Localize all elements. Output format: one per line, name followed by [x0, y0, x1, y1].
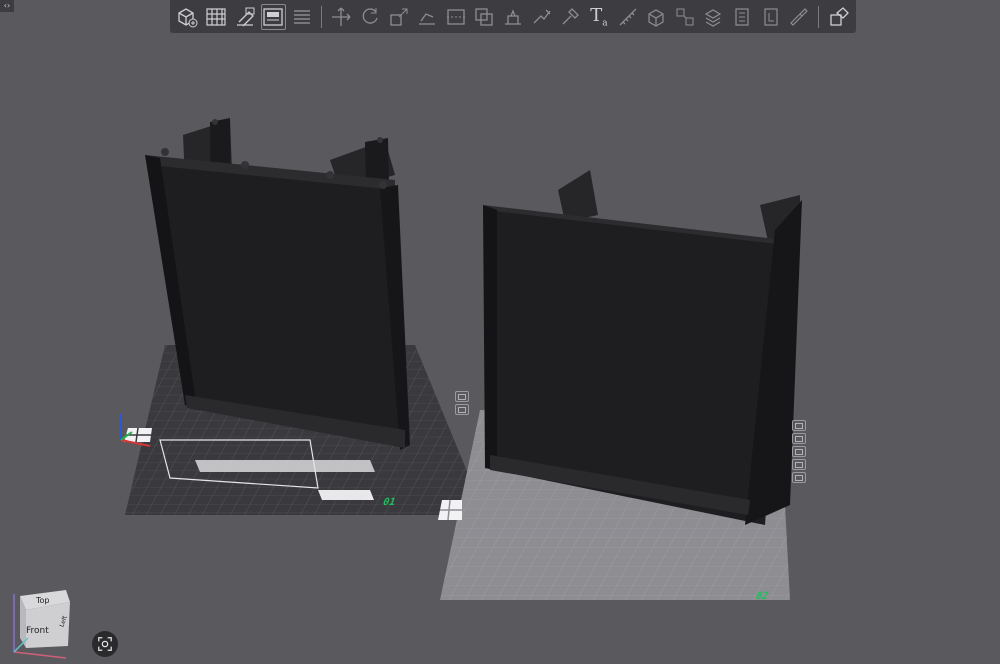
plate-01-settings-button[interactable]: [455, 404, 469, 415]
fix-icon: [763, 7, 778, 26]
scale-icon: [389, 8, 408, 26]
plate-02-settings-button[interactable]: [792, 472, 806, 483]
simplify-icon: [790, 7, 809, 26]
view-cube[interactable]: Top Front Left: [8, 588, 78, 660]
cut-icon: [446, 8, 465, 25]
lay-face-icon: [419, 12, 436, 25]
split-objects-icon: [676, 8, 694, 25]
mesh-boolean-button[interactable]: [472, 4, 497, 30]
explode-icon: [830, 6, 849, 26]
variable-layer-button[interactable]: [730, 4, 755, 30]
auto-orient-button[interactable]: [232, 4, 257, 30]
seam-paint-button[interactable]: [529, 4, 554, 30]
lay-on-face-button[interactable]: [415, 4, 440, 30]
move-button[interactable]: [329, 4, 354, 30]
support-paint-icon: [505, 8, 522, 25]
toolbar-separator: [818, 5, 820, 28]
plate-02-lock-button[interactable]: [792, 459, 806, 470]
plate-01-tools: [455, 391, 469, 415]
add-plate-button[interactable]: [260, 3, 286, 30]
plate-origin-marker: [438, 499, 462, 521]
viewport-3d[interactable]: [0, 0, 1000, 661]
top-toolbar: Ta: [170, 0, 856, 33]
view-cube-top[interactable]: Top: [36, 596, 50, 605]
color-paint-button[interactable]: [558, 4, 583, 30]
text-icon: Ta: [590, 4, 608, 29]
camera-focus-icon: [98, 637, 112, 651]
measure-icon: [619, 8, 636, 25]
plate-02-tools: [792, 420, 806, 483]
split-parts-icon: [705, 8, 722, 27]
cube-plus-icon: [178, 7, 198, 27]
scale-button[interactable]: [386, 4, 411, 30]
grid-icon: [206, 7, 226, 26]
model-left-stand[interactable]: [145, 118, 410, 450]
move-icon: [332, 7, 351, 26]
layers-button[interactable]: [290, 4, 315, 30]
split-parts-button[interactable]: [701, 4, 726, 30]
plate-logo-strip: [195, 460, 375, 472]
toolbar-separator: [321, 5, 323, 28]
rotate-button[interactable]: [358, 4, 383, 30]
view-cube-front[interactable]: Front: [26, 626, 49, 636]
add-object-button[interactable]: [175, 4, 200, 30]
seam-paint-icon: [533, 9, 551, 23]
plate-icon: [263, 7, 283, 26]
support-paint-button[interactable]: [501, 4, 526, 30]
simplify-button[interactable]: [787, 4, 812, 30]
explode-button[interactable]: [826, 4, 851, 30]
variable-layer-icon: [735, 7, 749, 26]
plate-02-delete-button[interactable]: [792, 420, 806, 431]
orient-icon: [236, 7, 255, 26]
collapse-sidebar-button[interactable]: ‹›: [0, 0, 14, 12]
measure-button[interactable]: [615, 4, 640, 30]
arrange-button[interactable]: [204, 4, 229, 30]
plate-01-lock-button[interactable]: [455, 391, 469, 402]
text-shape-button[interactable]: Ta: [587, 4, 612, 30]
model-right-stand[interactable]: [483, 170, 802, 525]
rotate-icon: [362, 7, 378, 24]
axes-gizmo: [120, 414, 152, 447]
plate-brand-mark: [318, 490, 374, 500]
assemble-button[interactable]: [644, 4, 669, 30]
plate-02-arrange-button[interactable]: [792, 433, 806, 444]
boolean-icon: [475, 7, 494, 26]
assemble-icon: [648, 8, 664, 27]
fit-view-button[interactable]: [92, 631, 118, 657]
split-objects-button[interactable]: [672, 4, 697, 30]
paint-icon: [562, 7, 580, 24]
cut-button[interactable]: [444, 4, 469, 30]
plate-02-orient-button[interactable]: [792, 446, 806, 457]
fix-model-button[interactable]: [758, 4, 783, 30]
layers-icon: [293, 9, 310, 24]
